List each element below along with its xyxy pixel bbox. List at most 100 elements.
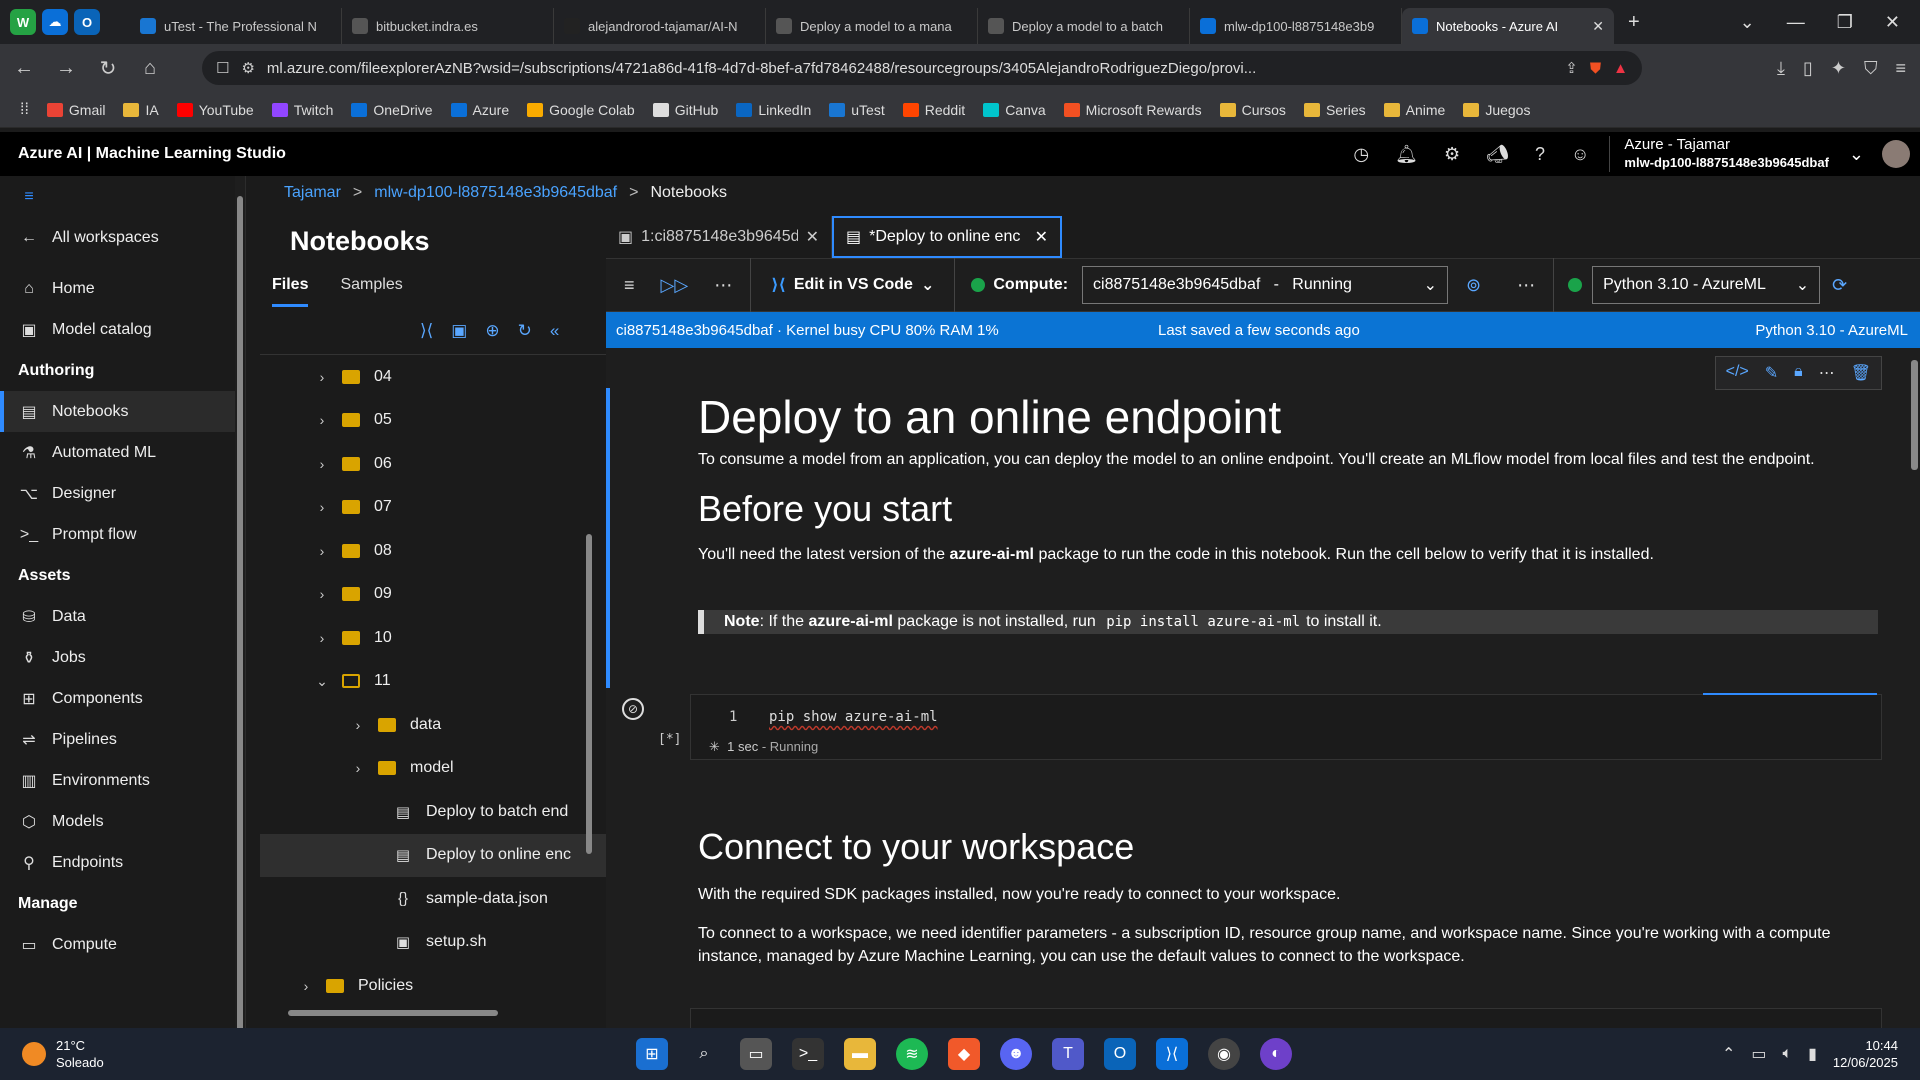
- cloud-icon[interactable]: ☁: [42, 9, 68, 35]
- search-icon[interactable]: ⌕: [688, 1038, 720, 1070]
- tree-item[interactable]: › data: [260, 703, 606, 747]
- bookmark-item[interactable]: Google Colab: [527, 102, 635, 118]
- edit-pencil-icon[interactable]: ✎: [1765, 363, 1778, 383]
- browser-tab[interactable]: Deploy a model to a mana: [766, 8, 978, 44]
- close-icon[interactable]: ✕: [806, 227, 819, 247]
- clock[interactable]: 10:44 12/06/2025: [1833, 1037, 1898, 1071]
- more-options-icon[interactable]: ⋯: [696, 275, 750, 296]
- site-info-icon[interactable]: ⚙: [241, 59, 254, 77]
- teams-icon[interactable]: T: [1052, 1038, 1084, 1070]
- tree-item[interactable]: ▤ Deploy to batch end: [260, 790, 606, 834]
- spotify-icon[interactable]: ≋: [896, 1038, 928, 1070]
- file-explorer-icon[interactable]: ▬: [844, 1038, 876, 1070]
- delete-icon[interactable]: 🗑︎: [1851, 363, 1871, 383]
- chevron-right-icon[interactable]: ›: [312, 630, 332, 646]
- browser-tab[interactable]: Deploy a model to a batch: [978, 8, 1190, 44]
- run-all-icon[interactable]: ▷▷: [653, 275, 697, 296]
- chevron-down-icon[interactable]: ⌄: [312, 673, 332, 690]
- nav-designer[interactable]: ⌥ Designer: [0, 473, 245, 514]
- tree-item[interactable]: › 10: [260, 616, 606, 660]
- back-button[interactable]: ←: [14, 57, 34, 80]
- bookmark-item[interactable]: uTest: [829, 102, 885, 118]
- history-icon[interactable]: ◷: [1353, 144, 1369, 165]
- bookmark-item[interactable]: LinkedIn: [736, 102, 811, 118]
- chevron-right-icon[interactable]: ›: [312, 369, 332, 385]
- breadcrumb-workspace[interactable]: mlw-dp100-l8875148e3b9645dbaf: [374, 184, 617, 201]
- breadcrumb-root[interactable]: Tajamar: [284, 184, 341, 201]
- bookmark-item[interactable]: Juegos: [1463, 102, 1530, 118]
- nav-model-catalog[interactable]: ▣ Model catalog: [0, 309, 245, 350]
- tree-horizontal-scrollbar[interactable]: [268, 1008, 588, 1018]
- bookmark-item[interactable]: Azure: [450, 102, 509, 118]
- kernel-name-text[interactable]: Python 3.10 - AzureML: [1755, 322, 1908, 339]
- tree-item[interactable]: › 06: [260, 442, 606, 486]
- minimize-button[interactable]: —: [1787, 12, 1805, 33]
- add-file-icon[interactable]: ⊕: [485, 321, 499, 341]
- bookmark-item[interactable]: OneDrive: [351, 102, 433, 118]
- tree-item[interactable]: › model: [260, 747, 606, 791]
- menu-icon[interactable]: ≡: [606, 275, 653, 296]
- tree-item[interactable]: ⌄ 11: [260, 660, 606, 704]
- tree-item[interactable]: › 07: [260, 486, 606, 530]
- tree-item[interactable]: › Policies: [260, 964, 606, 1008]
- bookmark-item[interactable]: Canva: [983, 102, 1046, 118]
- nav-jobs[interactable]: ⚱ Jobs: [0, 637, 245, 678]
- chevron-up-icon[interactable]: ⌃: [1722, 1044, 1735, 1064]
- browser-tab[interactable]: mlw-dp100-l8875148e3b9: [1190, 8, 1402, 44]
- avatar[interactable]: [1882, 140, 1910, 168]
- gear-icon[interactable]: ⚙: [1444, 144, 1460, 165]
- tree-scrollbar[interactable]: [584, 354, 594, 1014]
- bookmark-item[interactable]: Twitch: [271, 102, 333, 118]
- download-icon[interactable]: ⤓: [1777, 58, 1785, 79]
- code-cell[interactable]: 1 pip show azure-ai-ml ✳ 1 sec - Running: [690, 693, 1882, 760]
- tab-search-icon[interactable]: ⌄: [1740, 12, 1755, 33]
- tree-item[interactable]: › 04: [260, 355, 606, 399]
- bell-icon[interactable]: 🔔︎: [1395, 144, 1418, 165]
- bookmark-item[interactable]: Reddit: [902, 102, 965, 118]
- menu-icon[interactable]: ≡: [1895, 58, 1906, 79]
- nav-compute[interactable]: ▭ Compute: [0, 924, 245, 965]
- discord-icon[interactable]: ☻: [1000, 1038, 1032, 1070]
- apps-grid-icon[interactable]: ⁞⁞: [20, 101, 29, 119]
- chevron-right-icon[interactable]: ›: [296, 978, 316, 994]
- vpn-icon[interactable]: ⛉: [1864, 58, 1878, 79]
- chevron-right-icon[interactable]: ›: [312, 499, 332, 515]
- url-text[interactable]: ml.azure.com/fileexplorerAzNB?wsid=/subs…: [267, 60, 1553, 77]
- close-window-button[interactable]: ✕: [1885, 12, 1900, 33]
- nav-components[interactable]: ⊞ Components: [0, 678, 245, 719]
- brave-rewards-icon[interactable]: ▲: [1613, 60, 1628, 77]
- hamburger-menu-icon[interactable]: ≡: [0, 176, 245, 217]
- left-nav-scrollbar[interactable]: [235, 176, 245, 1036]
- tree-item[interactable]: ▣ setup.sh: [260, 921, 606, 965]
- bookmark-item[interactable]: Anime: [1383, 102, 1445, 118]
- chevron-right-icon[interactable]: ›: [312, 586, 332, 602]
- tree-item[interactable]: › 05: [260, 399, 606, 443]
- code-line[interactable]: pip show azure-ai-ml: [769, 709, 938, 725]
- start-icon[interactable]: ⊞: [636, 1038, 668, 1070]
- compute-select[interactable]: ci8875148e3b9645dbaf - Running ⌄: [1082, 266, 1449, 304]
- feedback-megaphone-icon[interactable]: 📣︎: [1486, 144, 1509, 165]
- more-options-icon[interactable]: ⋯: [1499, 275, 1553, 296]
- chevron-right-icon[interactable]: ›: [312, 412, 332, 428]
- outlook-icon[interactable]: O: [74, 9, 100, 35]
- brave-shield-icon[interactable]: ⛊: [1590, 60, 1601, 77]
- github-desktop-icon[interactable]: ◐: [1260, 1038, 1292, 1070]
- obs-icon[interactable]: ◉: [1208, 1038, 1240, 1070]
- chevron-right-icon[interactable]: ›: [348, 760, 368, 776]
- bookmark-item[interactable]: GitHub: [652, 102, 718, 118]
- scroll-thumb[interactable]: [1911, 360, 1918, 470]
- sidebar-icon[interactable]: ▯: [1803, 58, 1813, 79]
- tree-item[interactable]: {} sample-data.json: [260, 877, 606, 921]
- kernel-select[interactable]: Python 3.10 - AzureML ⌄: [1592, 266, 1821, 304]
- close-icon[interactable]: ✕: [1035, 227, 1048, 247]
- nav-models[interactable]: ⬡ Models: [0, 801, 245, 842]
- home-icon[interactable]: ⌂: [140, 57, 160, 80]
- stop-compute-icon[interactable]: ⊚: [1448, 275, 1499, 296]
- tab-terminal[interactable]: ▣ 1:ci8875148e3b9645dba ✕: [606, 216, 832, 258]
- nav-notebooks[interactable]: ▤ Notebooks: [0, 391, 245, 432]
- nav-home[interactable]: ⌂ Home: [0, 268, 245, 309]
- code-toggle-icon[interactable]: </>: [1726, 363, 1749, 383]
- weather-widget[interactable]: 21°C Soleado: [0, 1037, 300, 1071]
- close-tab-icon[interactable]: ✕: [1592, 18, 1604, 35]
- nav-prompt-flow[interactable]: >_ Prompt flow: [0, 514, 245, 555]
